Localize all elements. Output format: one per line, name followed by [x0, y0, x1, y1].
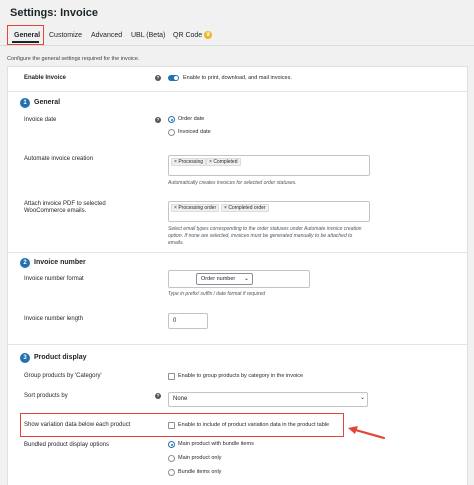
bundled-option-items-only: Bundle items only: [178, 469, 222, 475]
chip-completed-text: Completed: [213, 159, 238, 165]
help-icon[interactable]: ?: [155, 117, 161, 123]
tab-customize[interactable]: Customize: [49, 29, 82, 43]
attach-hint-line3: emails.: [168, 240, 184, 246]
crown-icon: ♛: [204, 31, 213, 40]
bundled-radio-main-with-items[interactable]: [168, 441, 175, 448]
variation-data-text: Enable to include of product variation d…: [178, 422, 330, 428]
sort-products-select[interactable]: [168, 392, 368, 407]
automate-hint: Automatically creates invoices for selec…: [168, 180, 297, 186]
group-products-label: Group products by 'Category': [24, 373, 102, 379]
invoice-date-option-order: Order date: [178, 116, 205, 122]
attach-label-line2: WooCommerce emails.: [24, 208, 87, 214]
chip-processing[interactable]: × Processing: [171, 158, 207, 166]
active-tab-underline: [12, 41, 39, 43]
help-icon[interactable]: ?: [155, 75, 161, 81]
section-number-invoice-number: 2: [20, 258, 30, 268]
number-length-value: 0: [173, 318, 177, 324]
variation-data-checkbox[interactable]: [168, 422, 175, 429]
enable-invoice-text: Enable to print, download, and mail invo…: [183, 75, 292, 81]
enable-invoice-toggle[interactable]: [168, 75, 179, 81]
group-products-checkbox[interactable]: [168, 373, 175, 380]
chip-completed[interactable]: × Completed: [206, 158, 241, 166]
section-title-product-display: Product display: [34, 354, 87, 361]
page-description: Configure the general settings required …: [7, 56, 140, 62]
automate-label: Automate invoice creation: [24, 156, 94, 162]
bundled-label: Bundled product display options: [24, 442, 110, 448]
arrow-icon: [348, 426, 386, 440]
bundled-radio-items-only[interactable]: [168, 469, 175, 476]
attach-label-line1: Attach invoice PDF to selected: [24, 201, 106, 207]
tabs-divider: [0, 45, 474, 46]
attach-hint-line2: option. If none are selected, invoices m…: [168, 233, 353, 239]
sort-products-value: None: [173, 396, 188, 402]
bundled-radio-main-only[interactable]: [168, 455, 175, 462]
tab-ubl[interactable]: UBL (Beta): [131, 29, 165, 43]
chip-completed-order[interactable]: × Completed order: [221, 204, 269, 212]
number-format-select[interactable]: Order number ⌄: [196, 273, 253, 285]
section-number-product-display: 3: [20, 353, 30, 363]
variation-data-label: Show variation data below each product: [24, 422, 131, 428]
number-format-label: Invoice number format: [24, 276, 84, 282]
section-title-invoice-number: Invoice number: [34, 259, 86, 266]
group-products-text: Enable to group products by category in …: [178, 373, 304, 379]
invoice-date-radio-invoiced[interactable]: [168, 129, 175, 136]
number-length-label: Invoice number length: [24, 316, 84, 322]
chip-processing-text: Processing: [178, 159, 204, 165]
help-icon[interactable]: ?: [155, 393, 161, 399]
bundled-option-main-only: Main product only: [178, 455, 222, 461]
chip-processing-order-text: Processing order: [178, 205, 217, 211]
chip-completed-order-text: Completed order: [228, 205, 266, 211]
sort-products-label: Sort products by: [24, 393, 68, 399]
attach-hint-line1: Select email types corresponding to the …: [168, 226, 362, 232]
enable-invoice-label: Enable Invoice: [24, 75, 67, 81]
page-title: Settings: Invoice: [10, 7, 99, 19]
section-number-general: 1: [20, 98, 30, 108]
invoice-date-label: Invoice date: [24, 117, 57, 123]
tab-qr-code[interactable]: QR Code ♛: [173, 29, 213, 43]
chip-processing-order[interactable]: × Processing order: [171, 204, 220, 212]
chevron-down-icon: ⌄: [360, 395, 366, 401]
divider: [7, 344, 468, 345]
divider: [7, 252, 468, 253]
tab-advanced[interactable]: Advanced: [91, 29, 122, 43]
chevron-down-icon: ⌄: [243, 276, 249, 282]
tab-qr-code-label: QR Code: [173, 32, 203, 39]
divider: [7, 91, 468, 92]
section-title-general: General: [34, 99, 61, 106]
bundled-option-main-with-items: Main product with bundle items: [178, 441, 254, 447]
number-format-hint: Type in prefix/ suffix / date format if …: [168, 291, 266, 297]
number-format-value: Order number: [201, 276, 236, 282]
invoice-date-radio-order[interactable]: [168, 116, 175, 123]
invoice-date-option-invoiced: Invoiced date: [178, 129, 211, 135]
